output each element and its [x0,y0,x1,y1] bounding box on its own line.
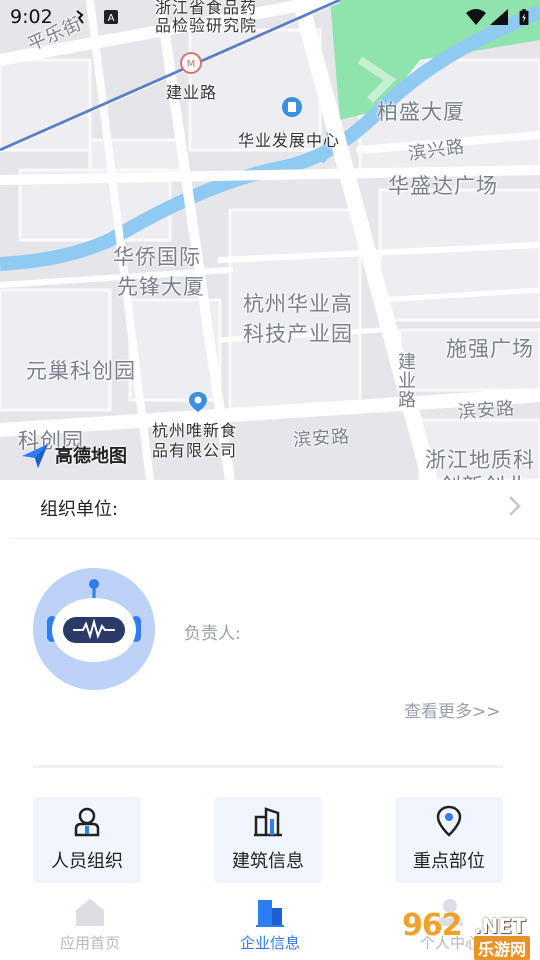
signal-icon [490,9,508,25]
person-icon [74,807,100,837]
amap-logo: 高德地图 [18,438,127,472]
map-label-yuanchao: 元巢科创园 [26,359,136,383]
map-label-huaye-center: 华业发展中心 [238,131,341,150]
svg-text:M: M [187,59,196,70]
map-label-huaqiao-2: 先锋大厦 [117,275,205,299]
quick-action-key-areas[interactable]: 重点部位 [395,797,503,883]
watermark-number: 962 [402,908,463,943]
nav-home[interactable]: 应用首页 [30,888,150,960]
map-label-shiqiang: 施强广场 [446,337,534,361]
map-label-binan-road-west: 滨安路 [292,426,351,451]
svg-text:A: A [108,13,115,24]
map-label-inspection-2: 品检验研究院 [155,16,258,35]
watermark-site: 乐游网 [474,936,531,960]
home-icon [76,899,104,926]
quick-action-building[interactable]: 建筑信息 [214,797,322,883]
quick-action-label: 人员组织 [51,851,123,872]
location-poi-icon[interactable] [187,391,209,413]
metro-station-icon[interactable]: M [180,52,202,74]
location-pin-icon [436,805,462,837]
wifi-icon [466,9,486,25]
leader-label: 负责人: [184,624,241,644]
view-more-link[interactable]: 查看更多>> [404,697,501,722]
amap-logo-icon [22,444,48,468]
nav-label: 企业信息 [239,934,300,952]
map-label-hightech-1: 杭州华业高 [243,292,353,316]
battery-icon [519,9,529,25]
nav-label: 应用首页 [59,934,120,952]
building-poi-icon[interactable] [281,96,303,118]
map-view[interactable]: 9:02 A 平乐街 浙江省食品药 品检验研究院 M 建业路 华业发展中心 柏盛… [0,0,540,480]
map-label-huashengda: 华盛达广场 [388,174,498,198]
org-unit-label: 组织单位: [40,499,119,520]
building-icon [256,900,284,927]
map-label-jianye-station: 建业路 [166,83,218,102]
map-label-baisheng: 柏盛大厦 [377,100,465,124]
watermark-domain: .NET [474,914,526,938]
quick-action-label: 重点部位 [413,851,485,872]
quick-action-personnel[interactable]: 人员组织 [33,797,141,883]
map-label-geology-2: 创新创业 [440,470,528,480]
quick-action-label: 建筑信息 [232,851,304,872]
map-label-jianye-road: 建业路 [395,352,416,409]
chevron-right-icon[interactable] [506,494,524,518]
nav-company-info[interactable]: 企业信息 [210,888,330,960]
site-watermark: 962 .NET 乐游网 [400,908,536,960]
app-notification-icon: A [104,10,118,24]
divider [10,538,540,539]
org-unit-row[interactable]: 组织单位: [0,480,540,538]
map-label-weixin-2: 品有限公司 [152,441,238,460]
map-label-huaqiao-1: 华侨国际 [113,245,201,269]
avatar [33,568,155,690]
robot-avatar-icon [33,568,155,690]
map-label-hightech-2: 科技产业园 [243,322,353,346]
map-label-binan-road-east: 滨安路 [457,398,516,423]
building-icon [254,807,282,837]
divider [33,765,503,768]
amap-logo-text: 高德地图 [55,446,127,467]
